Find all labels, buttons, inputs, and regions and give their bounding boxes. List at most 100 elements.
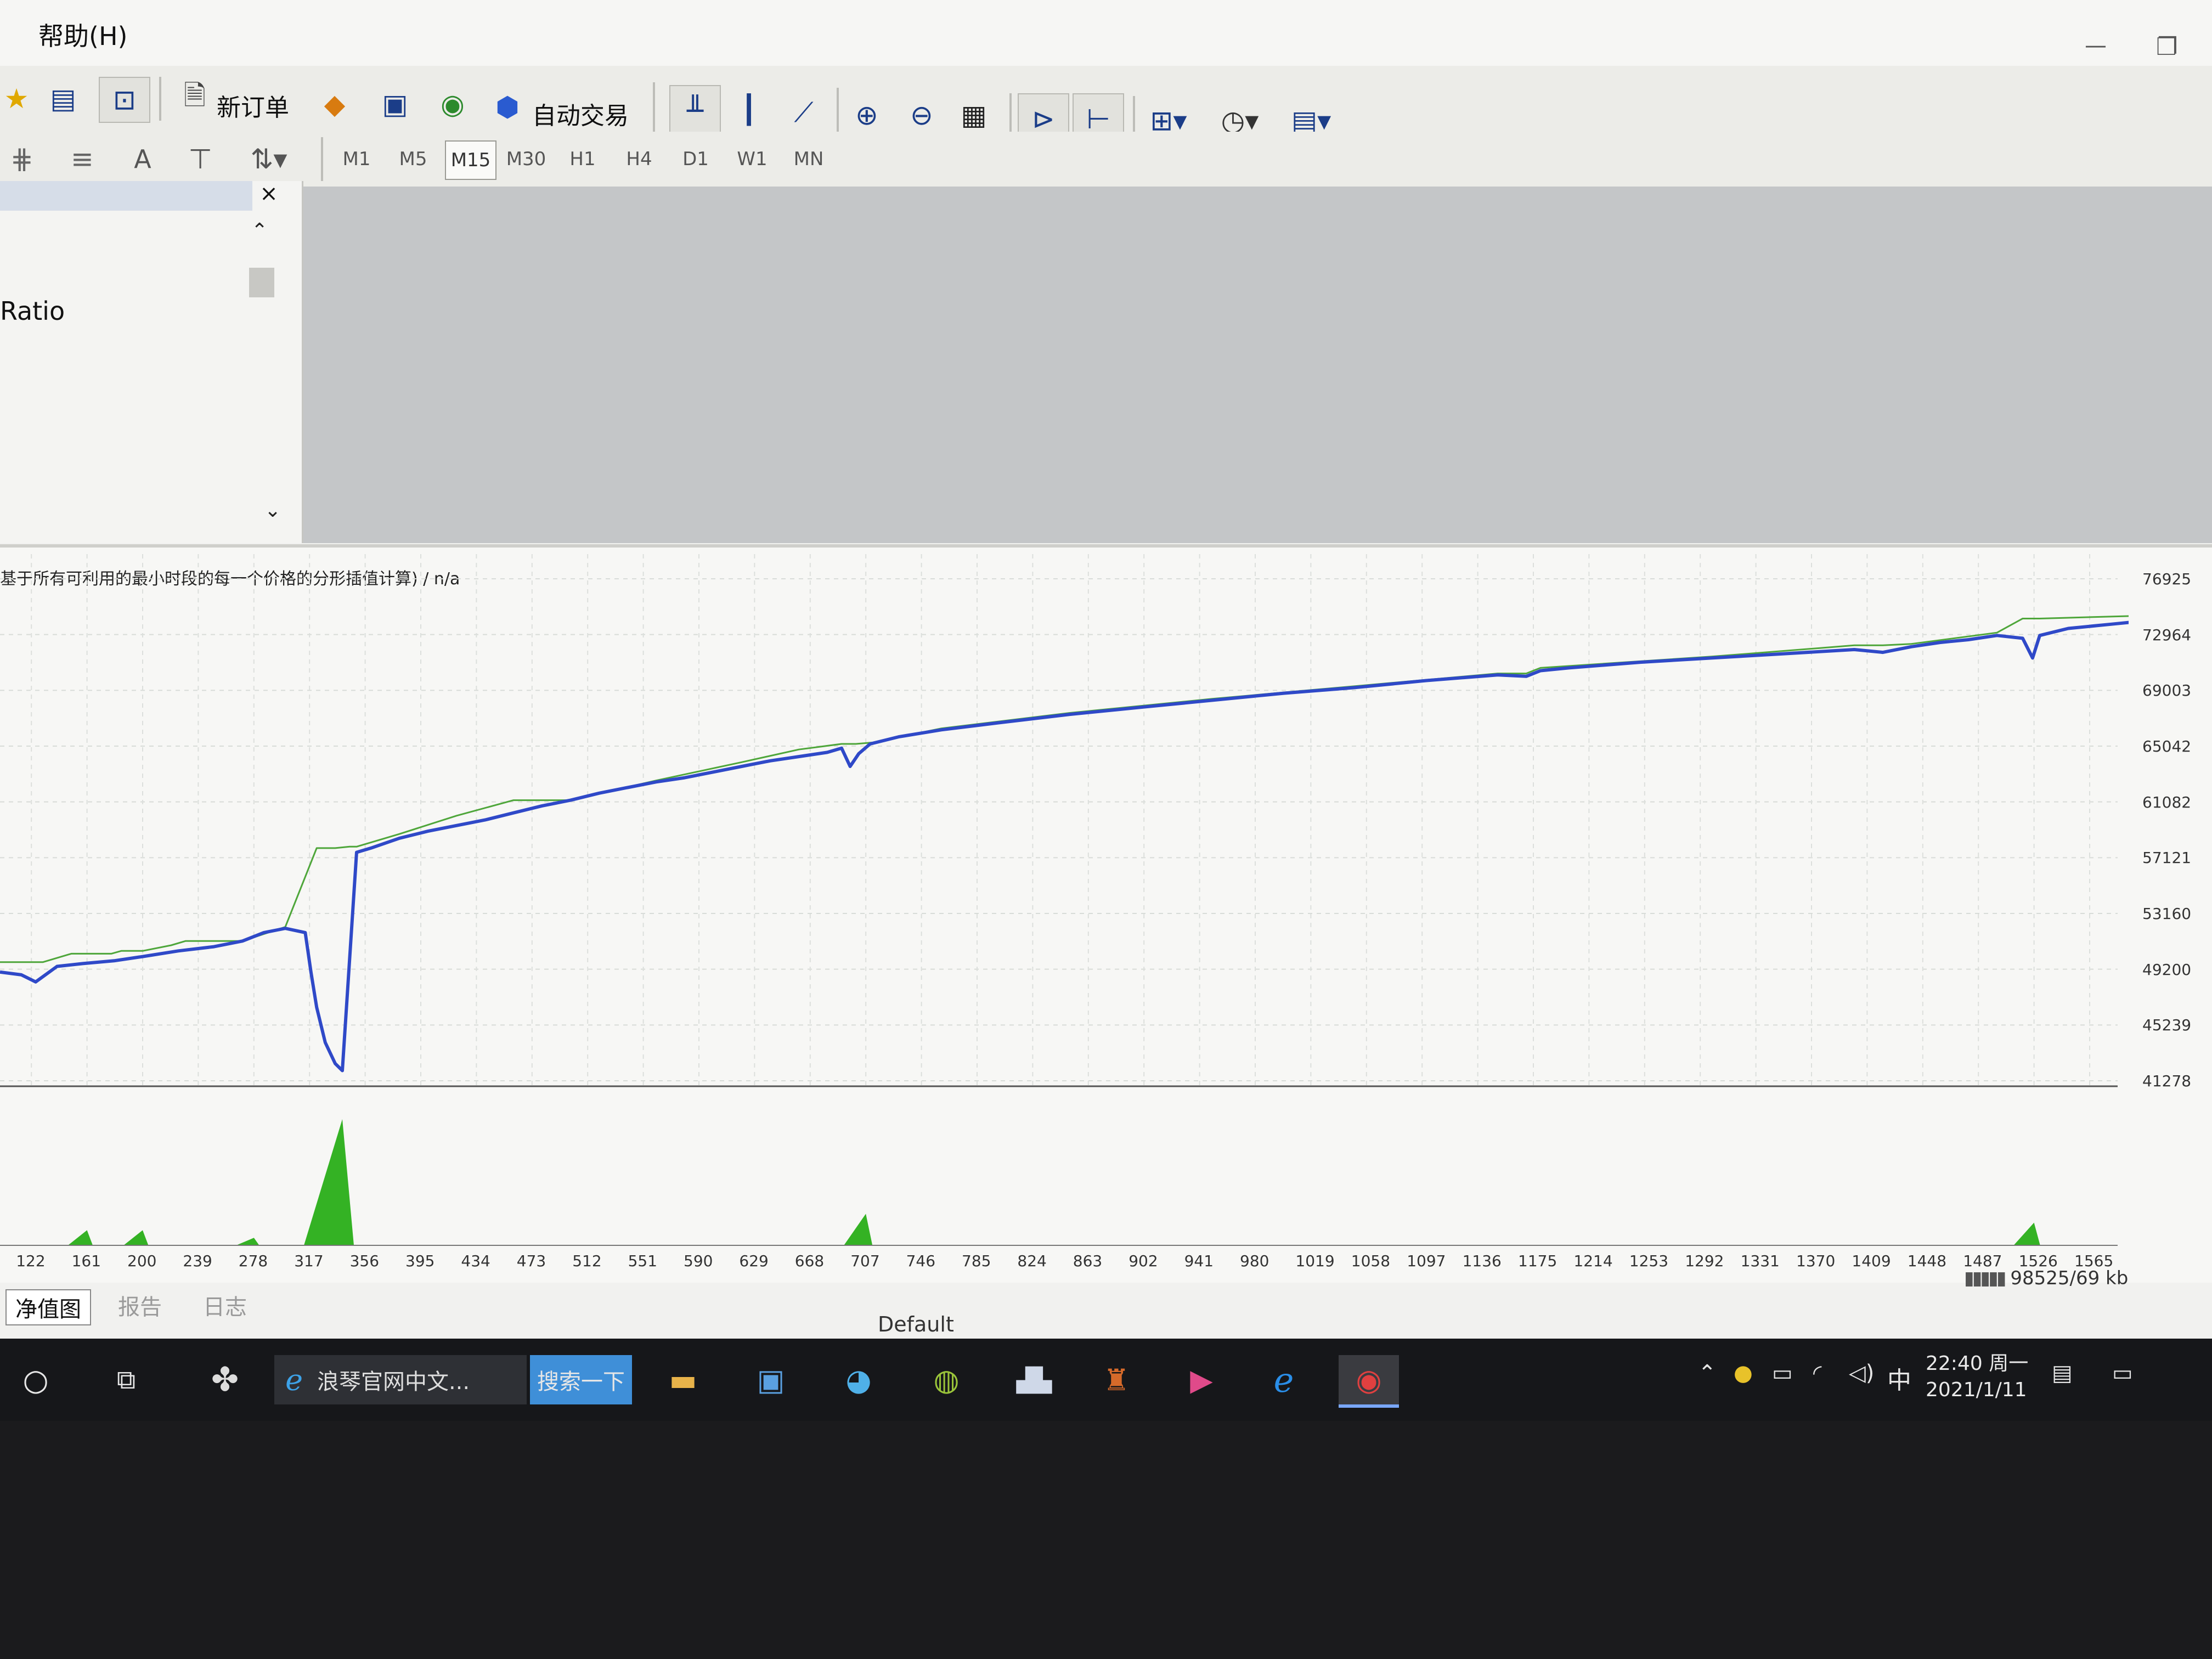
new-order-button[interactable]: 新订单: [217, 88, 289, 123]
scroll-thumb[interactable]: [249, 268, 274, 297]
standard-toolbar: ★ ▤ ⊡ 🗎 新订单 ◆ ▣ ◉ ⬢ 自动交易 ╨ ┃ ⟋ ⊕ ⊖ ▦ ⊳ ⊢…: [0, 66, 2212, 145]
clock-date: 2021/1/11: [1926, 1379, 2027, 1401]
notes-icon[interactable]: ▤: [2052, 1361, 2073, 1386]
browser-taskbar-item[interactable]: ℯ 浪琴官网中文...: [274, 1355, 527, 1404]
scroll-down-icon[interactable]: ⌄: [264, 499, 281, 522]
tray-app-icon[interactable]: ●: [1734, 1361, 1753, 1386]
timeframe-mn[interactable]: MN: [784, 140, 833, 178]
y-tick-label: 76925: [2142, 570, 2192, 588]
browser-tab-title: 浪琴官网中文...: [317, 1369, 470, 1395]
volume-peak: [67, 1230, 93, 1245]
y-tick-label: 65042: [2142, 737, 2192, 756]
toolbar-separator: [321, 137, 323, 181]
arrows-icon[interactable]: ⇅▾: [236, 137, 302, 181]
timeframe-m5[interactable]: M5: [388, 140, 438, 178]
volume-peak: [2013, 1222, 2040, 1245]
globe-app-icon[interactable]: ◍: [922, 1355, 971, 1404]
y-tick-label: 53160: [2142, 905, 2192, 923]
chart-area-empty: [303, 187, 2212, 543]
memory-status: ▮▮▮▮▮ 98525/69 kb: [1964, 1267, 2128, 1289]
volume-peak: [304, 1119, 354, 1245]
tester-tab-2[interactable]: 日志: [203, 1289, 247, 1321]
volume-pane: [0, 1119, 2118, 1246]
y-tick-label: 61082: [2142, 793, 2192, 811]
y-tick-label: 72964: [2142, 625, 2192, 644]
remote-desktop-icon[interactable]: ▣: [746, 1355, 795, 1404]
ime-indicator[interactable]: 中: [1887, 1361, 1911, 1396]
toolbar-separator: [653, 82, 655, 132]
volume-peak: [123, 1230, 149, 1245]
edge-icon[interactable]: ℯ: [1259, 1355, 1308, 1404]
menu-bar: 帮助(H) — ❐: [0, 0, 2212, 67]
terminal-icon[interactable]: ▣: [373, 82, 417, 126]
clock[interactable]: 22:40 周一 2021/1/11: [1926, 1351, 2028, 1403]
navigator-panel: × ⌃ ⌄ Ratio: [0, 181, 303, 543]
line-chart-icon[interactable]: ⟋: [779, 88, 828, 137]
clock-time: 22:40 周一: [1926, 1352, 2029, 1375]
timeframe-m30[interactable]: M30: [501, 140, 551, 178]
tray-expand-icon[interactable]: ⌃: [1698, 1361, 1717, 1386]
navigator-icon[interactable]: ⊡: [99, 77, 150, 123]
qq-icon[interactable]: ◕: [834, 1355, 883, 1404]
scroll-up-icon[interactable]: ⌃: [251, 219, 268, 242]
search-button[interactable]: 搜索一下: [530, 1355, 632, 1404]
auto-trading-button[interactable]: 自动交易: [532, 96, 629, 131]
volume-peak: [236, 1238, 259, 1245]
y-tick-label: 49200: [2142, 960, 2192, 979]
task-view-icon[interactable]: ⧉: [101, 1355, 151, 1404]
pinwheel-icon[interactable]: ✤: [198, 1355, 252, 1404]
navigator-item[interactable]: Ratio: [0, 296, 65, 326]
wifi-icon[interactable]: ◜: [1813, 1361, 1822, 1386]
restore-icon[interactable]: ❐: [2156, 33, 2177, 61]
menu-help[interactable]: 帮助(H): [38, 16, 127, 53]
fibo-lines-icon[interactable]: ≡: [60, 137, 104, 181]
volume-icon[interactable]: ◁): [1849, 1361, 1874, 1386]
timeframe-d1[interactable]: D1: [671, 140, 720, 178]
minimize-icon[interactable]: —: [2085, 33, 2107, 58]
text-label-icon[interactable]: ⊤: [178, 137, 222, 181]
file-explorer-icon[interactable]: ▬: [658, 1355, 708, 1404]
signals-icon[interactable]: ◉: [431, 82, 475, 126]
toolbar-separator: [159, 77, 161, 121]
cortana-icon[interactable]: ○: [11, 1355, 60, 1404]
bar-chart-icon[interactable]: ╨: [669, 85, 721, 137]
memory-text: 98525/69 kb: [2010, 1267, 2129, 1289]
fibonacci-icon[interactable]: ⋕: [0, 137, 44, 181]
battery-icon[interactable]: ▭: [1772, 1361, 1793, 1386]
auto-trading-icon[interactable]: ⬢: [486, 85, 529, 129]
equity-chart: [0, 554, 2129, 1087]
tester-tabs: 净值图 报告 日志: [0, 1284, 549, 1325]
volume-peak: [844, 1214, 873, 1245]
game-app-icon[interactable]: ♜: [1092, 1355, 1141, 1404]
timeframe-h1[interactable]: H1: [558, 140, 607, 178]
tester-tab-1[interactable]: 报告: [118, 1289, 162, 1321]
notifications-icon[interactable]: ▭: [2112, 1361, 2133, 1386]
favorites-icon[interactable]: ★: [0, 77, 33, 121]
toolbar-separator: [837, 88, 839, 132]
video-app-icon[interactable]: ▶: [1177, 1355, 1226, 1404]
y-tick-label: 45239: [2142, 1016, 2192, 1035]
candlestick-icon[interactable]: ┃: [724, 85, 774, 134]
timeframe-h4[interactable]: H4: [614, 140, 664, 178]
windows-taskbar: ○ ⧉ ✤ ℯ 浪琴官网中文... 搜索一下 ▬ ▣ ◕ ◍ ▟▙ ♜ ▶ ℯ …: [0, 1339, 2212, 1421]
market-watch-icon[interactable]: ▤: [38, 77, 88, 121]
y-tick-label: 69003: [2142, 681, 2192, 700]
new-order-icon[interactable]: 🗎: [173, 77, 217, 121]
red-app-icon[interactable]: ◉: [1339, 1355, 1399, 1408]
timeframe-w1[interactable]: W1: [727, 140, 777, 178]
y-tick-label: 41278: [2142, 1072, 2192, 1090]
y-tick-label: 57121: [2142, 849, 2192, 867]
tester-tab-0[interactable]: 净值图: [5, 1289, 91, 1325]
series-lines: [0, 615, 2129, 1073]
profile-label: Default: [878, 1312, 954, 1336]
timeframe-m1[interactable]: M1: [332, 140, 381, 178]
metatrader-icon[interactable]: ▟▙: [1007, 1355, 1062, 1404]
meta-editor-icon[interactable]: ◆: [313, 82, 357, 126]
toolbar-separator: [1009, 93, 1012, 137]
timeframe-m15[interactable]: M15: [445, 140, 496, 180]
navigator-header: [0, 181, 252, 211]
text-tool-button[interactable]: A: [121, 137, 165, 181]
equity-line: [0, 615, 2129, 963]
navigator-close-button[interactable]: ×: [252, 181, 285, 211]
connection-bars-icon: ▮▮▮▮▮: [1964, 1267, 2007, 1289]
